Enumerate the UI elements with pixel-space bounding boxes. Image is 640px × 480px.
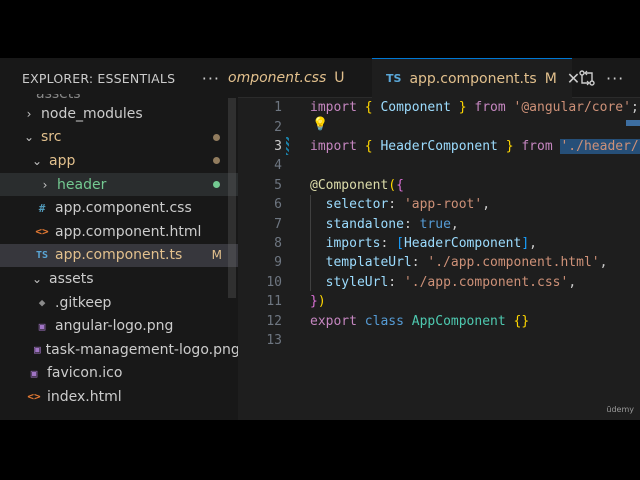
- vscode-window: EXPLORER: ESSENTIALS ··· assets › node_m…: [0, 58, 640, 420]
- tree-item-label: app.component.css: [55, 200, 192, 217]
- tree-item-gitkeep[interactable]: ◆ .gitkeep: [0, 291, 238, 315]
- git-file-icon: ◆: [38, 296, 46, 310]
- line-number: 1: [274, 100, 282, 116]
- tree-item-assets[interactable]: ⌄ assets: [0, 267, 238, 291]
- line-number: 7: [274, 216, 282, 232]
- tree-item-node-modules[interactable]: › node_modules: [0, 102, 238, 126]
- tree-item-label: assets: [49, 270, 94, 287]
- explorer-sidebar: EXPLORER: ESSENTIALS ··· assets › node_m…: [0, 58, 238, 420]
- css-file-icon: #: [38, 201, 46, 215]
- line-number: 13: [266, 332, 282, 348]
- image-file-icon: ▣: [30, 366, 38, 380]
- chevron-right-icon: ›: [42, 177, 48, 192]
- sidebar-scrollbar[interactable]: [228, 98, 236, 298]
- untracked-dot-icon: [213, 181, 220, 189]
- code-line: 13: [238, 331, 640, 350]
- tree-item-app-component-ts[interactable]: TS app.component.ts M: [0, 243, 238, 268]
- code-line: 5 @Component({: [238, 176, 640, 195]
- selected-text: './header/h: [560, 138, 640, 154]
- ellipsis-icon[interactable]: ···: [606, 58, 624, 98]
- code-line: 10 styleUrl: './app.component.css',: [238, 273, 640, 292]
- chevron-down-icon: ⌄: [23, 130, 35, 145]
- code-line: 9 templateUrl: './app.component.html',: [238, 253, 640, 272]
- code-editor[interactable]: 💡 1 import { Component } from '@angular/…: [238, 98, 640, 420]
- image-file-icon: ▣: [34, 343, 41, 357]
- html-file-icon: <>: [27, 390, 41, 404]
- ts-file-icon: TS: [386, 72, 402, 85]
- tree-item-task-management-logo[interactable]: ▣ task-management-logo.png: [0, 338, 238, 362]
- modified-dot-icon: [213, 157, 220, 165]
- explorer-header: EXPLORER: ESSENTIALS ···: [0, 58, 238, 98]
- tree-item-favicon[interactable]: ▣ favicon.ico: [0, 362, 238, 386]
- editor-tab-bar: omponent.css U TS app.component.ts M ✕ ·…: [228, 58, 640, 98]
- code-line: 11 }): [238, 292, 640, 311]
- code-line-current: 3 import { HeaderComponent } from './hea…: [238, 137, 640, 156]
- modified-dot-icon: [213, 133, 220, 141]
- tree-item-index-html[interactable]: <> index.html: [0, 385, 238, 409]
- tree-item-label: angular-logo.png: [55, 318, 174, 335]
- tab-label: omponent.css: [228, 70, 327, 86]
- tree-item-label: index.html: [47, 388, 122, 405]
- tree-item-cut: assets: [36, 94, 81, 102]
- tree-item-label: app.component.html: [55, 223, 202, 240]
- untracked-badge: U: [334, 70, 345, 86]
- tab-label: app.component.ts: [409, 70, 537, 87]
- code-line: 2: [238, 117, 640, 136]
- line-number: 4: [274, 158, 282, 174]
- image-file-icon: ▣: [38, 319, 46, 333]
- code-line: 12 export class AppComponent {}: [238, 311, 640, 330]
- tree-item-label: header: [57, 176, 107, 193]
- line-number: 9: [274, 255, 282, 271]
- line-number: 11: [266, 294, 282, 310]
- code-line: 7 standalone: true,: [238, 214, 640, 233]
- code-line: 1 import { Component } from '@angular/co…: [238, 98, 640, 117]
- udemy-watermark: ūdemy: [606, 405, 634, 414]
- code-line: 8 imports: [HeaderComponent],: [238, 234, 640, 253]
- modified-badge: M: [544, 70, 557, 87]
- modified-badge: M: [211, 248, 222, 263]
- line-number: 2: [274, 119, 282, 135]
- tree-item-label: .gitkeep: [55, 294, 112, 311]
- chevron-right-icon: ›: [26, 106, 32, 121]
- tree-item-label: favicon.ico: [47, 365, 123, 382]
- line-number: 10: [266, 274, 282, 290]
- source-control-compare-icon[interactable]: [578, 58, 596, 98]
- tab-app-component-css[interactable]: omponent.css U: [228, 58, 345, 98]
- tab-app-component-ts[interactable]: TS app.component.ts M ✕: [372, 58, 580, 98]
- line-number: 5: [274, 177, 282, 193]
- tree-item-label: app: [49, 152, 76, 169]
- tree-item-app-component-css[interactable]: # app.component.css: [0, 196, 238, 220]
- html-file-icon: <>: [35, 225, 49, 239]
- ts-file-icon: TS: [35, 249, 49, 261]
- tree-item-app-component-html[interactable]: <> app.component.html: [0, 220, 238, 244]
- chevron-down-icon: ⌄: [31, 153, 43, 168]
- tree-item-label: src: [41, 129, 62, 146]
- tree-item-header[interactable]: › header: [0, 172, 238, 197]
- chevron-down-icon: ⌄: [31, 271, 43, 286]
- tree-item-angular-logo[interactable]: ▣ angular-logo.png: [0, 314, 238, 338]
- line-number: 8: [274, 235, 282, 251]
- tree-item-src[interactable]: ⌄ src: [0, 126, 238, 150]
- line-number: 3: [274, 138, 282, 154]
- ellipsis-icon[interactable]: ···: [202, 69, 220, 88]
- file-tree: assets › node_modules ⌄ src ⌄ app › head…: [0, 94, 238, 409]
- code-line: 4: [238, 156, 640, 175]
- tree-item-label: app.component.ts: [55, 247, 183, 264]
- line-number: 12: [266, 313, 282, 329]
- tree-item-label: node_modules: [41, 105, 143, 122]
- explorer-title: EXPLORER: ESSENTIALS: [22, 70, 176, 86]
- tree-item-app[interactable]: ⌄ app: [0, 149, 238, 173]
- line-number: 6: [274, 197, 282, 213]
- tree-item-label: task-management-logo.png: [45, 341, 238, 358]
- code-line: 6 selector: 'app-root',: [238, 195, 640, 214]
